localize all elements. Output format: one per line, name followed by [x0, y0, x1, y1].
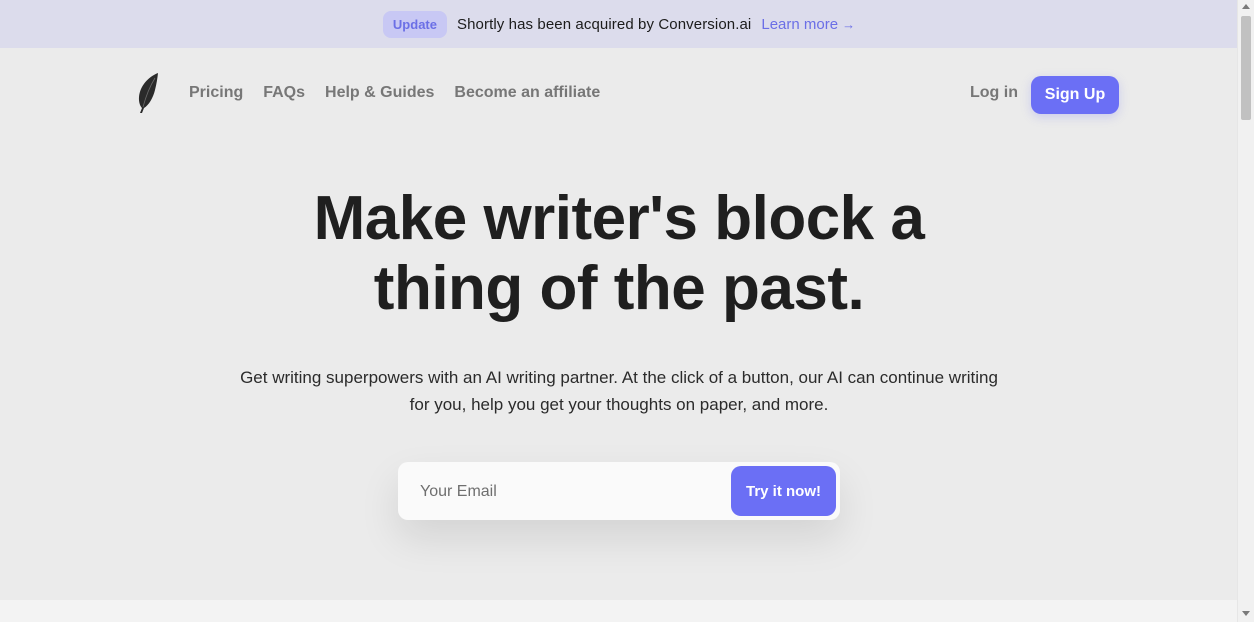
- announcement-bar: Update Shortly has been acquired by Conv…: [0, 0, 1238, 48]
- navbar: Pricing FAQs Help & Guides Become an aff…: [0, 48, 1238, 142]
- nav-pricing[interactable]: Pricing: [189, 84, 243, 102]
- signup-button[interactable]: Sign Up: [1031, 76, 1119, 114]
- hero-title-line-1: Make writer's block a: [313, 184, 925, 253]
- login-link[interactable]: Log in: [970, 84, 1018, 102]
- email-input[interactable]: [418, 476, 722, 508]
- scroll-thumb[interactable]: [1241, 16, 1251, 120]
- arrow-right-icon: →: [842, 16, 856, 32]
- logo-link[interactable]: [136, 72, 162, 114]
- next-section-edge: [0, 600, 1238, 622]
- nav-faqs[interactable]: FAQs: [263, 84, 305, 102]
- nav-help-guides[interactable]: Help & Guides: [325, 84, 434, 102]
- scroll-down-arrow-icon[interactable]: [1242, 611, 1250, 616]
- signup-form: Try it now!: [398, 462, 840, 520]
- scroll-up-arrow-icon[interactable]: [1242, 4, 1250, 9]
- nav-links: Pricing FAQs Help & Guides Become an aff…: [189, 84, 600, 102]
- hero-title-line-2: thing of the past.: [373, 254, 865, 323]
- hero-subtitle: Get writing superpowers with an AI writi…: [240, 368, 998, 414]
- learn-more-link[interactable]: Learn more →: [761, 16, 855, 33]
- update-badge: Update: [382, 10, 447, 38]
- nav-become-affiliate[interactable]: Become an affiliate: [454, 84, 600, 102]
- page: Update Shortly has been acquired by Conv…: [0, 0, 1238, 622]
- learn-more-label: Learn more: [761, 15, 839, 33]
- announcement-text: Shortly has been acquired by Conversion.…: [456, 15, 752, 33]
- scrollbar[interactable]: [1237, 0, 1254, 622]
- try-it-now-button[interactable]: Try it now!: [731, 466, 836, 516]
- feather-icon: [138, 73, 158, 113]
- hero-title: Make writer's block a thing of the past.: [0, 184, 1238, 324]
